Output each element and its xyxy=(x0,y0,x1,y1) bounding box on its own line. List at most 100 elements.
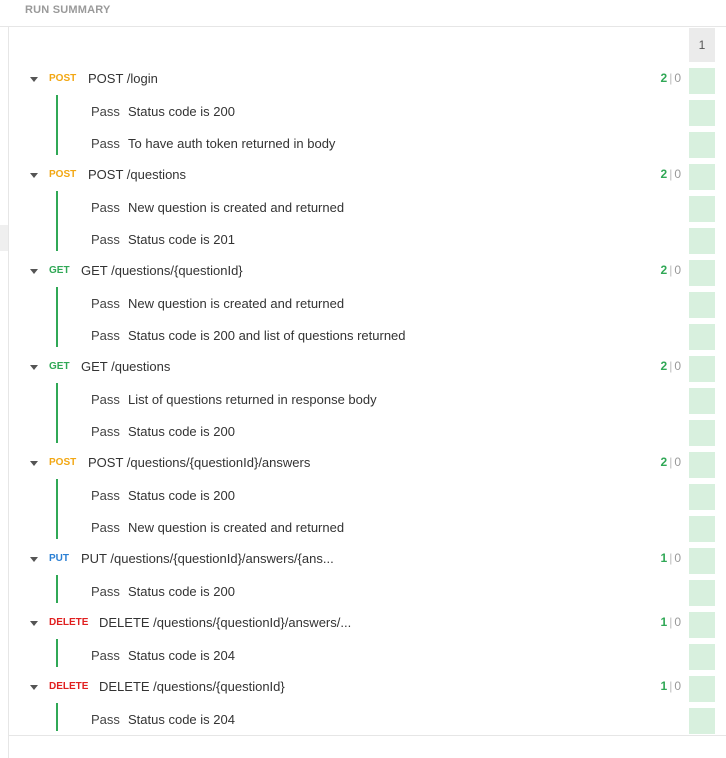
pass-fail-counts: 2 | 0 xyxy=(661,167,682,181)
test-name: Status code is 200 and list of questions… xyxy=(128,328,406,343)
count-separator: | xyxy=(669,359,673,373)
page-title: RUN SUMMARY xyxy=(25,4,111,16)
test-status: Pass xyxy=(91,488,120,503)
fail-count: 0 xyxy=(674,71,681,85)
request-row[interactable]: POST POST /login 2 | 0 xyxy=(22,63,687,95)
test-row: Pass Status code is 200 xyxy=(22,575,687,607)
method-badge: POST xyxy=(49,169,77,180)
iteration-result-cell[interactable] xyxy=(689,292,715,318)
request-list: POST POST /login 2 | 0 Pass Status code is 200… xyxy=(22,63,687,735)
request-name: DELETE /questions/{questionId}/answers/.… xyxy=(99,615,352,630)
count-separator: | xyxy=(669,551,673,565)
iteration-result-cell[interactable] xyxy=(689,100,715,126)
iteration-column-header[interactable]: 1 xyxy=(689,28,715,62)
request-row[interactable]: PUT PUT /questions/{questionId}/answers/{… xyxy=(22,543,687,575)
chevron-down-icon[interactable] xyxy=(30,621,38,626)
iteration-number: 1 xyxy=(698,38,706,52)
test-name: Status code is 200 xyxy=(128,488,235,503)
iteration-result-cell[interactable] xyxy=(689,676,715,702)
iteration-result-cell[interactable] xyxy=(689,708,715,734)
request-group: GET GET /questions/{questionId} 2 | 0 Pass New… xyxy=(22,255,687,351)
test-status: Pass xyxy=(91,232,120,247)
test-name: Status code is 200 xyxy=(128,104,235,119)
pass-fail-counts: 2 | 0 xyxy=(661,359,682,373)
test-list: Pass Status code is 200 xyxy=(22,575,687,607)
test-row: Pass Status code is 204 xyxy=(22,639,687,671)
test-list: Pass Status code is 204 xyxy=(22,639,687,671)
request-name: GET /questions/{questionId} xyxy=(81,263,243,278)
fail-count: 0 xyxy=(674,167,681,181)
request-group: DELETE DELETE /questions/{questionId} 1 | 0 P… xyxy=(22,671,687,735)
iteration-result-cell[interactable] xyxy=(689,68,715,94)
iteration-result-cell[interactable] xyxy=(689,644,715,670)
test-list: Pass Status code is 200 Pass New question i… xyxy=(22,479,687,543)
iteration-result-cell[interactable] xyxy=(689,612,715,638)
iteration-result-cell[interactable] xyxy=(689,388,715,414)
test-name: New question is created and returned xyxy=(128,520,345,535)
test-list: Pass List of questions returned in respon… xyxy=(22,383,687,447)
pass-count: 1 xyxy=(660,551,668,565)
chevron-down-icon[interactable] xyxy=(30,269,38,274)
iteration-result-cell[interactable] xyxy=(689,196,715,222)
request-group: POST POST /questions 2 | 0 Pass New question i… xyxy=(22,159,687,255)
pass-count: 2 xyxy=(660,455,668,469)
test-row: Pass Status code is 201 xyxy=(22,223,687,255)
iteration-result-cell[interactable] xyxy=(689,164,715,190)
fail-count: 0 xyxy=(674,359,681,373)
test-name: Status code is 200 xyxy=(128,584,235,599)
test-status: Pass xyxy=(91,104,120,119)
pass-count: 1 xyxy=(660,615,668,629)
iteration-result-cell[interactable] xyxy=(689,356,715,382)
request-name: POST /login xyxy=(88,71,158,86)
bottom-divider xyxy=(9,735,726,736)
count-separator: | xyxy=(669,615,673,629)
chevron-down-icon[interactable] xyxy=(30,173,38,178)
iteration-result-cell[interactable] xyxy=(689,420,715,446)
request-group: POST POST /login 2 | 0 Pass Status code is 200… xyxy=(22,63,687,159)
test-status: Pass xyxy=(91,520,120,535)
test-name: Status code is 201 xyxy=(128,232,235,247)
iteration-result-cell[interactable] xyxy=(689,580,715,606)
request-row[interactable]: GET GET /questions 2 | 0 xyxy=(22,351,687,383)
pass-fail-counts: 1 | 0 xyxy=(661,615,682,629)
method-badge: DELETE xyxy=(49,681,89,692)
iteration-result-cell[interactable] xyxy=(689,228,715,254)
test-name: To have auth token returned in body xyxy=(128,136,336,151)
iteration-result-cell[interactable] xyxy=(689,324,715,350)
iteration-result-cell[interactable] xyxy=(689,260,715,286)
test-row: Pass List of questions returned in respon… xyxy=(22,383,687,415)
request-name: PUT /questions/{questionId}/answers/{ans… xyxy=(81,551,334,566)
iteration-result-cell[interactable] xyxy=(689,548,715,574)
iteration-result-cell[interactable] xyxy=(689,132,715,158)
method-badge: GET xyxy=(49,361,70,372)
request-row[interactable]: POST POST /questions/{questionId}/answers… xyxy=(22,447,687,479)
request-group: DELETE DELETE /questions/{questionId}/ans… xyxy=(22,607,687,671)
request-row[interactable]: DELETE DELETE /questions/{questionId}/ans… xyxy=(22,607,687,639)
request-row[interactable]: DELETE DELETE /questions/{questionId} 1 | 0 xyxy=(22,671,687,703)
test-name: List of questions returned in response b… xyxy=(128,392,377,407)
chevron-down-icon[interactable] xyxy=(30,685,38,690)
request-name: DELETE /questions/{questionId} xyxy=(99,679,285,694)
fail-count: 0 xyxy=(674,263,681,277)
chevron-down-icon[interactable] xyxy=(30,461,38,466)
iteration-result-cell[interactable] xyxy=(689,452,715,478)
iteration-result-cell[interactable] xyxy=(689,516,715,542)
test-status: Pass xyxy=(91,200,120,215)
chevron-down-icon[interactable] xyxy=(30,557,38,562)
request-row[interactable]: POST POST /questions 2 | 0 xyxy=(22,159,687,191)
request-group: GET GET /questions 2 | 0 Pass List of question… xyxy=(22,351,687,447)
test-row: Pass To have auth token returned in body xyxy=(22,127,687,159)
request-row[interactable]: GET GET /questions/{questionId} 2 | 0 xyxy=(22,255,687,287)
iteration-result-cell[interactable] xyxy=(689,484,715,510)
test-list: Pass Status code is 200 Pass To have auth t… xyxy=(22,95,687,159)
fail-count: 0 xyxy=(674,615,681,629)
count-separator: | xyxy=(669,263,673,277)
iteration-result-column xyxy=(689,68,715,740)
method-badge: GET xyxy=(49,265,70,276)
test-list: Pass Status code is 204 xyxy=(22,703,687,735)
pass-fail-counts: 2 | 0 xyxy=(661,71,682,85)
request-group: POST POST /questions/{questionId}/answers… xyxy=(22,447,687,543)
test-row: Pass New question is created and returned xyxy=(22,191,687,223)
chevron-down-icon[interactable] xyxy=(30,365,38,370)
chevron-down-icon[interactable] xyxy=(30,77,38,82)
